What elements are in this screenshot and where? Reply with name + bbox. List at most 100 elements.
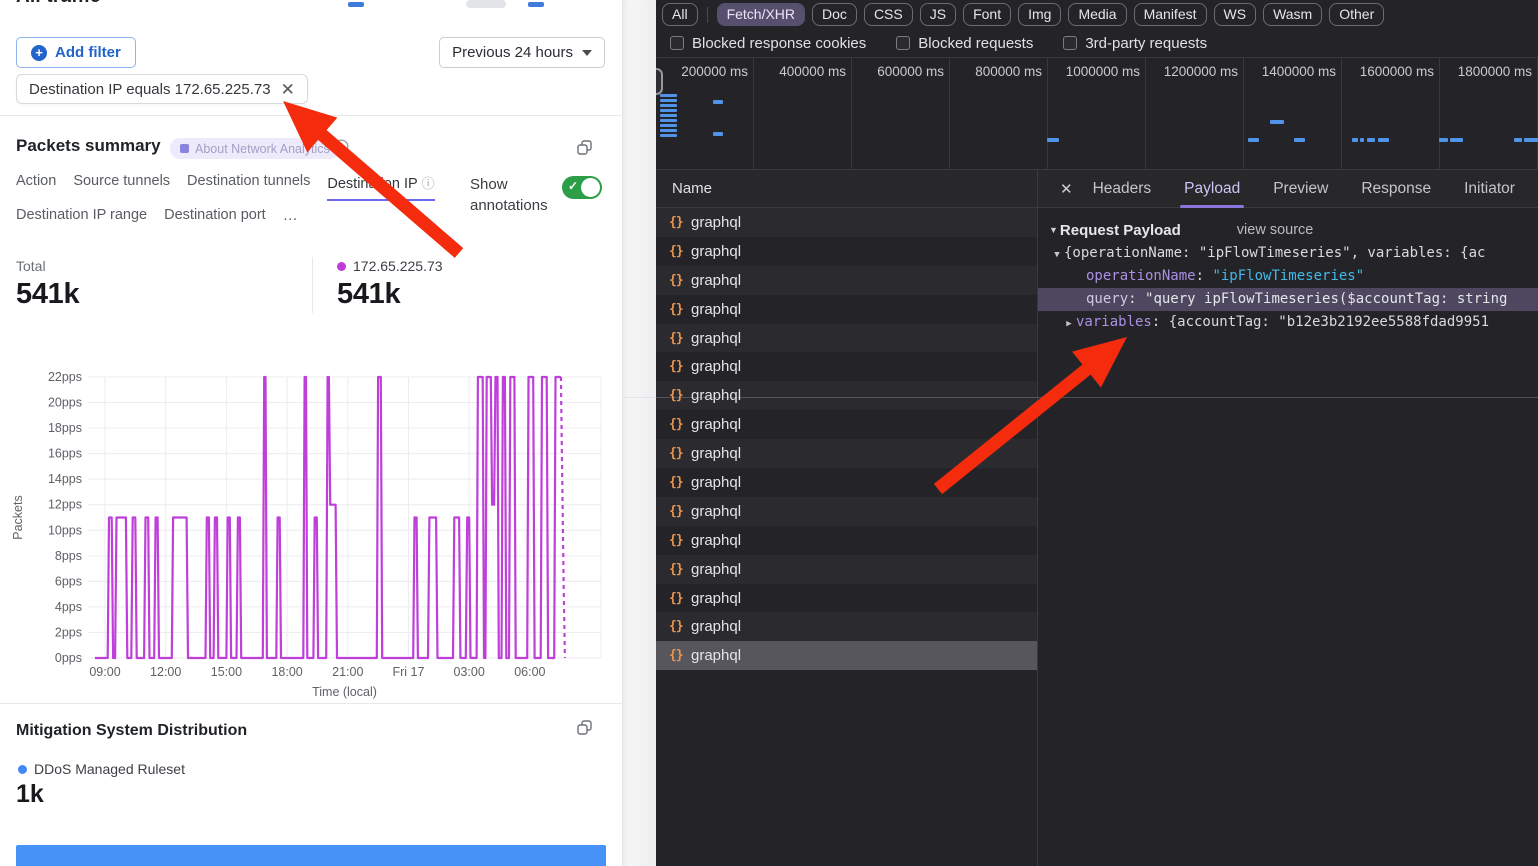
tab-destination-port[interactable]: Destination port — [164, 207, 266, 230]
filter-pill-manifest[interactable]: Manifest — [1134, 3, 1207, 26]
clock-icon — [334, 139, 349, 159]
expand-triangle-icon[interactable]: ▶ — [1062, 313, 1076, 334]
tab-destination-tunnels[interactable]: Destination tunnels — [187, 173, 310, 201]
request-row[interactable]: {}graphql — [656, 555, 1037, 584]
tab-preview[interactable]: Preview — [1273, 170, 1328, 208]
request-row[interactable]: {}graphql — [656, 584, 1037, 613]
filter-pill-ws[interactable]: WS — [1214, 3, 1257, 26]
svg-text:12pps: 12pps — [48, 498, 82, 512]
filter-pill-js[interactable]: JS — [920, 3, 956, 26]
name-column-header[interactable]: Name — [656, 170, 1037, 208]
request-list: Name {}graphql{}graphql{}graphql{}graphq… — [656, 170, 1038, 866]
network-overview-timeline[interactable]: 200000 ms400000 ms600000 ms800000 ms1000… — [656, 57, 1538, 170]
total-value: 541k — [16, 278, 79, 311]
filter-chip[interactable]: Destination IP equals 172.65.225.73 ✕ — [16, 74, 308, 104]
show-annotations-label: Show annotations — [470, 174, 552, 216]
tab-source-tunnels[interactable]: Source tunnels — [73, 173, 170, 201]
request-row[interactable]: {}graphql — [656, 497, 1037, 526]
checkbox-blocked-requests[interactable]: Blocked requests — [896, 35, 1033, 52]
filter-pill-doc[interactable]: Doc — [812, 3, 857, 26]
payload-text: : {accountTag: "b12e3b2192ee5588fdad9951 — [1152, 314, 1489, 330]
checkbox-blocked-response-cookies[interactable]: Blocked response cookies — [670, 35, 866, 52]
request-row[interactable]: {}graphql — [656, 208, 1037, 237]
expand-icon[interactable] — [577, 140, 592, 160]
mitigation-legend: DDoS Managed Ruleset — [18, 761, 185, 777]
payload-text: {operationName: "ipFlowTimeseries", vari… — [1064, 245, 1485, 261]
filter-pill-css[interactable]: CSS — [864, 3, 913, 26]
total-stat: Total 541k — [16, 258, 79, 311]
view-source-link[interactable]: view source — [1237, 222, 1314, 238]
timeline-label: 400000 ms — [754, 58, 852, 169]
overflow-menu-button[interactable]: … — [283, 207, 299, 230]
add-filter-button[interactable]: + Add filter — [16, 37, 136, 68]
mitigation-title: Mitigation System Distribution — [16, 722, 247, 740]
filter-pill-font[interactable]: Font — [963, 3, 1011, 26]
waterfall-mark — [660, 129, 677, 132]
request-row[interactable]: {}graphql — [656, 295, 1037, 324]
request-row[interactable]: {}graphql — [656, 612, 1037, 641]
request-row[interactable]: {}graphql — [656, 324, 1037, 353]
tab-headers[interactable]: Headers — [1093, 170, 1152, 208]
request-row[interactable]: {}graphql — [656, 266, 1037, 295]
collapse-triangle-icon[interactable]: ▼ — [1049, 225, 1058, 235]
checkbox-3rd-party-requests[interactable]: 3rd-party requests — [1063, 35, 1207, 52]
request-row[interactable]: {}graphql — [656, 352, 1037, 381]
waterfall-mark — [1352, 138, 1358, 142]
timeline-label: 800000 ms — [950, 58, 1048, 169]
filter-pill-wasm[interactable]: Wasm — [1263, 3, 1322, 26]
tab-destination-ip-range[interactable]: Destination IP range — [16, 207, 147, 230]
divider — [0, 703, 623, 704]
filter-pill-fetch-xhr[interactable]: Fetch/XHR — [717, 3, 805, 26]
request-row[interactable]: {}graphql — [656, 526, 1037, 555]
waterfall-mark — [1248, 138, 1259, 142]
checkbox-icon[interactable] — [896, 36, 910, 50]
waterfall-mark — [660, 134, 677, 137]
payload-row[interactable]: ▼{operationName: "ipFlowTimeseries", var… — [1038, 242, 1538, 265]
filter-pill-media[interactable]: Media — [1068, 3, 1126, 26]
waterfall-mark — [1450, 138, 1463, 142]
request-row[interactable]: {}graphql — [656, 468, 1037, 497]
network-filter-checkboxes: Blocked response cookies Blocked requests… — [656, 29, 1538, 57]
request-row[interactable]: {}graphql — [656, 237, 1037, 266]
svg-text:8pps: 8pps — [55, 549, 82, 563]
request-name: graphql — [691, 330, 741, 347]
request-row[interactable]: {}graphql — [656, 641, 1037, 670]
request-row[interactable]: {}graphql — [656, 439, 1037, 468]
svg-text:09:00: 09:00 — [89, 665, 120, 679]
about-network-analytics-badge[interactable]: About Network Analytics — [170, 138, 340, 159]
book-icon — [180, 144, 189, 153]
json-fetch-icon: {} — [669, 359, 691, 374]
waterfall-mark — [1378, 138, 1389, 142]
tab-payload[interactable]: Payload — [1184, 170, 1240, 208]
payload-row[interactable]: operationName: "ipFlowTimeseries" — [1038, 265, 1538, 288]
packets-tabs-row2: Destination IP range Destination port … — [16, 207, 299, 230]
payload-row[interactable]: query: "query ipFlowTimeseries($accountT… — [1038, 288, 1538, 311]
checkbox-icon[interactable] — [670, 36, 684, 50]
tab-response[interactable]: Response — [1361, 170, 1431, 208]
filter-pill-other[interactable]: Other — [1329, 3, 1384, 26]
timeline-drag-handle[interactable] — [656, 68, 663, 95]
filter-pill-img[interactable]: Img — [1018, 3, 1061, 26]
request-row[interactable]: {}graphql — [656, 381, 1037, 410]
close-icon[interactable]: ✕ — [1060, 180, 1073, 198]
waterfall-mark — [1270, 120, 1284, 124]
checkbox-label: 3rd-party requests — [1085, 35, 1207, 52]
collapse-triangle-icon[interactable]: ▼ — [1050, 244, 1064, 265]
tab-destination-ip[interactable]: Destination IPⓘ — [327, 173, 434, 201]
payload-text: operationName — [1086, 268, 1196, 284]
request-name: graphql — [691, 532, 741, 549]
payload-text: query — [1086, 291, 1128, 307]
checkbox-icon[interactable] — [1063, 36, 1077, 50]
close-icon[interactable]: ✕ — [281, 81, 295, 98]
time-range-dropdown[interactable]: Previous 24 hours — [439, 37, 605, 68]
waterfall-mark — [660, 114, 677, 117]
filter-pill-all[interactable]: All — [662, 3, 698, 26]
payload-row[interactable]: ▶variables: {accountTag: "b12e3b2192ee55… — [1038, 311, 1538, 334]
show-annotations-toggle[interactable]: ✓ — [562, 176, 602, 199]
expand-icon[interactable] — [577, 720, 592, 740]
request-row[interactable]: {}graphql — [656, 410, 1037, 439]
waterfall-mark — [660, 94, 677, 97]
tab-action[interactable]: Action — [16, 173, 56, 201]
request-name: graphql — [691, 561, 741, 578]
tab-initiator[interactable]: Initiator — [1464, 170, 1515, 208]
